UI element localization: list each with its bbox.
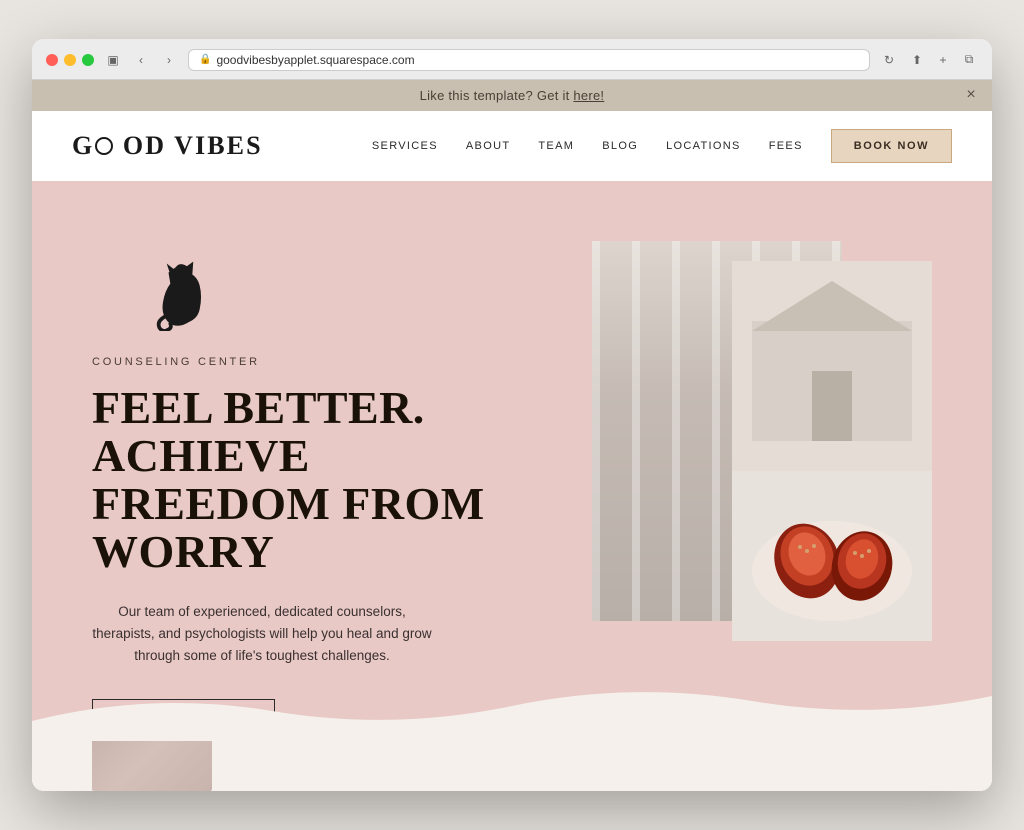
nav-links: SERVICES ABOUT TEAM BLOG LOCATIONS FEES … xyxy=(372,129,952,163)
announcement-text: Like this template? Get it here! xyxy=(420,88,605,103)
hero-title: FEEL BETTER. ACHIEVE FREEDOM FROM WORRY xyxy=(92,384,552,577)
nav-link-fees[interactable]: FEES xyxy=(769,140,803,152)
logo-o-circle xyxy=(95,137,113,155)
browser-window: ▣ ‹ › 🔒 goodvibesbyapplet.squarespace.co… xyxy=(32,39,992,792)
hero-images xyxy=(572,241,932,701)
cat-icon xyxy=(152,261,552,336)
hero-content: COUNSELING CENTER FEEL BETTER. ACHIEVE F… xyxy=(92,241,552,742)
nav-link-team[interactable]: TEAM xyxy=(538,140,574,152)
address-bar[interactable]: 🔒 goodvibesbyapplet.squarespace.com xyxy=(188,49,870,71)
house-svg xyxy=(732,261,932,471)
logo-text: OD VIBES xyxy=(123,131,263,160)
navigation: G OD VIBES SERVICES ABOUT TEAM BLOG LOCA… xyxy=(32,111,992,181)
close-button[interactable] xyxy=(46,54,58,66)
windows-icon[interactable]: ⧉ xyxy=(960,51,978,69)
cat-svg xyxy=(152,261,207,331)
figs-svg xyxy=(732,471,932,641)
lock-icon: 🔒 xyxy=(199,54,211,65)
nav-link-about[interactable]: ABOUT xyxy=(466,140,511,152)
counseling-center-label: COUNSELING CENTER xyxy=(92,356,552,368)
hero-wave xyxy=(32,681,992,741)
refresh-button[interactable]: ↻ xyxy=(880,51,898,69)
url-text: goodvibesbyapplet.squarespace.com xyxy=(216,53,414,67)
hero-description: Our team of experienced, dedicated couns… xyxy=(92,601,432,668)
browser-right-actions: ⬆ + ⧉ xyxy=(908,51,978,69)
announcement-close-button[interactable]: × xyxy=(966,87,976,103)
minimize-button[interactable] xyxy=(64,54,76,66)
window-icon: ▣ xyxy=(104,51,122,69)
new-tab-icon[interactable]: + xyxy=(934,51,952,69)
traffic-lights xyxy=(46,54,94,66)
hero-title-line2: FREEDOM FROM WORRY xyxy=(92,478,485,577)
website: Like this template? Get it here! × G OD … xyxy=(32,80,992,792)
hero-secondary-image xyxy=(732,261,932,471)
book-now-button[interactable]: BOOK NOW xyxy=(831,129,952,163)
maximize-button[interactable] xyxy=(82,54,94,66)
peek-image xyxy=(92,741,212,791)
hero-section: COUNSELING CENTER FEEL BETTER. ACHIEVE F… xyxy=(32,181,992,742)
bottom-peek-section xyxy=(32,741,992,791)
share-icon[interactable]: ⬆ xyxy=(908,51,926,69)
announcement-bar: Like this template? Get it here! × xyxy=(32,80,992,111)
nav-link-blog[interactable]: BLOG xyxy=(602,140,638,152)
browser-chrome: ▣ ‹ › 🔒 goodvibesbyapplet.squarespace.co… xyxy=(32,39,992,80)
back-button[interactable]: ‹ xyxy=(132,51,150,69)
nav-link-services[interactable]: SERVICES xyxy=(372,140,438,152)
nav-link-locations[interactable]: LOCATIONS xyxy=(666,140,741,152)
announcement-link[interactable]: here! xyxy=(573,88,604,103)
hero-tertiary-image xyxy=(732,471,932,641)
hero-title-line1: FEEL BETTER. ACHIEVE xyxy=(92,382,425,481)
site-logo[interactable]: G OD VIBES xyxy=(72,131,263,161)
forward-button[interactable]: › xyxy=(160,51,178,69)
